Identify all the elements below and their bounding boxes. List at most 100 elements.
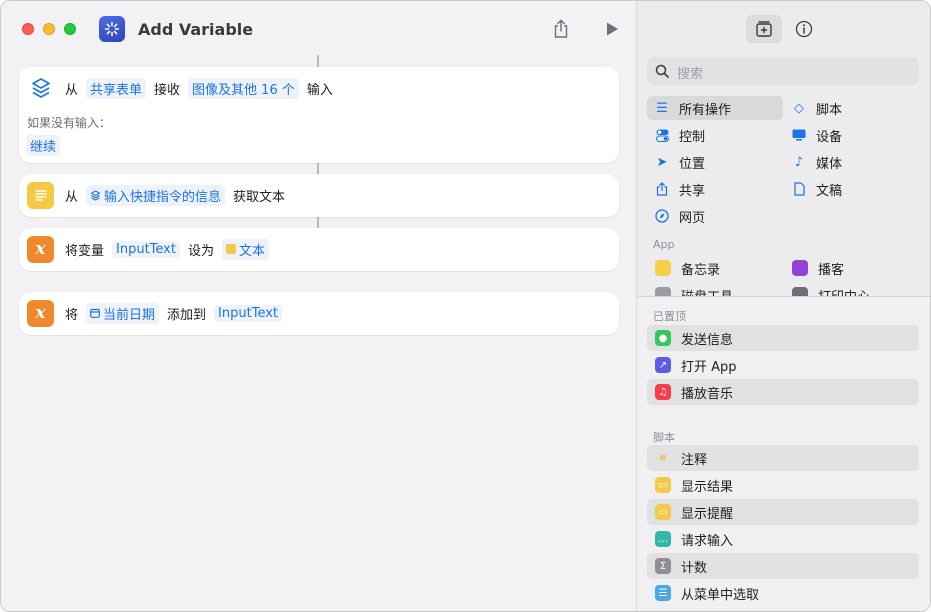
variable-icon: x: [27, 235, 54, 263]
category-documents[interactable]: 文稿: [790, 177, 920, 201]
action-choose-from-menu[interactable]: ☰ 从菜单中选取: [647, 580, 919, 606]
receive-input-action[interactable]: 从 共享表单 接收 图像及其他 16 个 输入 如果没有输入： 继续: [19, 67, 619, 163]
action-comment[interactable]: ≡ 注释: [647, 445, 919, 471]
search-placeholder: 搜索: [677, 67, 704, 82]
category-sharing[interactable]: 共享: [653, 177, 783, 201]
set-variable-label: 将变量: [65, 243, 105, 259]
from-label: 从: [65, 189, 79, 205]
monitor-icon: [790, 129, 808, 141]
comment-icon: ≡: [658, 452, 668, 464]
pinned-section-title: 已置顶: [653, 310, 686, 323]
podcasts-app-icon: [792, 260, 808, 276]
notes-app-icon: [655, 260, 671, 276]
scripting-section-title: 脚本: [653, 431, 675, 444]
action-library-button[interactable]: [746, 15, 782, 43]
music-note-icon: ♪: [794, 154, 804, 170]
action-list: 已置顶 ● 发送信息 ↗ 打开 App ♫ 播放音乐 脚本 ≡ 注释 ▭ 显示结果 ▭ 显示…: [637, 296, 930, 611]
types-token[interactable]: 图像及其他 16 个: [188, 77, 299, 99]
zoom-button[interactable]: [64, 23, 76, 35]
close-button[interactable]: [22, 23, 34, 35]
shortcuts-window: Add Variable 从 共享表单 接收 图像及其他 16 个 输入 如果没…: [0, 0, 931, 612]
category-location[interactable]: ➤ 位置: [653, 150, 783, 174]
title-bar: Add Variable: [1, 1, 636, 57]
set-variable-action[interactable]: x 将变量 InputText 设为 文本: [19, 228, 619, 271]
source-token[interactable]: 共享表单: [86, 77, 147, 99]
app-podcasts[interactable]: 播客: [792, 256, 922, 280]
variable-name-token[interactable]: InputText: [112, 240, 180, 258]
action-ask-for-input[interactable]: … 请求输入: [647, 526, 919, 552]
location-icon: ➤: [656, 154, 668, 170]
script-icon: ◇: [794, 100, 804, 116]
shortcut-title[interactable]: Add Variable: [138, 20, 253, 39]
show-alert-icon: ▭: [655, 504, 671, 520]
input-label: 输入: [306, 82, 333, 98]
count-icon: Σ: [655, 558, 671, 574]
music-icon: ♫: [655, 384, 671, 400]
apps-overflow: 磁盘工具 打印中心: [637, 280, 930, 296]
category-all-actions[interactable]: ☰ 所有操作: [647, 96, 783, 120]
action-open-app[interactable]: ↗ 打开 App: [647, 352, 919, 378]
search-icon: [655, 64, 669, 78]
no-input-behavior-token[interactable]: 继续: [26, 135, 61, 156]
flow-connector: [317, 163, 319, 174]
category-web[interactable]: 网页: [653, 204, 783, 228]
divider: [637, 296, 930, 297]
shortcut-details-button[interactable]: [786, 15, 822, 43]
text-action-icon: [226, 244, 236, 254]
flow-connector: [317, 217, 319, 228]
editor-pane: Add Variable 从 共享表单 接收 图像及其他 16 个 输入 如果没…: [1, 1, 636, 611]
get-text-action[interactable]: 从 输入快捷指令的信息 获取文本: [19, 174, 619, 217]
action-count[interactable]: Σ 计数: [647, 553, 919, 579]
action-show-result[interactable]: ▭ 显示结果: [647, 472, 919, 498]
open-app-icon: ↗: [655, 357, 671, 373]
category-media[interactable]: ♪ 媒体: [790, 150, 920, 174]
show-result-icon: ▭: [655, 477, 671, 493]
shortcut-input-icon: [90, 189, 101, 201]
shortcut-input-token[interactable]: 输入快捷指令的信息: [86, 184, 226, 206]
choose-menu-icon: ☰: [655, 585, 671, 601]
variable-name-token[interactable]: InputText: [214, 304, 283, 322]
current-date-token[interactable]: 当前日期: [86, 302, 160, 324]
play-icon: [607, 22, 618, 36]
share-icon: [554, 19, 568, 38]
list-icon: ☰: [656, 100, 668, 116]
flow-connector: [317, 55, 319, 67]
add-prefix-label: 将: [65, 307, 79, 323]
category-device[interactable]: 设备: [790, 123, 920, 147]
add-to-variable-action[interactable]: x 将 当前日期 添加到 InputText: [19, 292, 619, 335]
library-add-icon: [756, 21, 772, 37]
app-disk-utility[interactable]: 磁盘工具: [655, 283, 785, 296]
shortcut-input-icon: [27, 75, 54, 102]
print-center-app-icon: [792, 287, 808, 296]
get-text-label: 获取文本: [233, 189, 286, 205]
text-value-token-label: 文本: [239, 243, 266, 259]
calendar-icon: [90, 308, 100, 318]
document-icon: [790, 182, 808, 196]
no-input-label: 如果没有输入：: [27, 116, 112, 130]
add-to-label: 添加到: [167, 307, 207, 323]
action-library-sidebar: 搜索 ☰ 所有操作 ◇ 脚本 控制 设备 ➤ 位置 ♪ 媒体 共享 文稿 网页 …: [636, 1, 930, 611]
category-scripting[interactable]: ◇ 脚本: [790, 96, 920, 120]
from-label: 从: [65, 82, 79, 98]
text-action-icon: [27, 181, 54, 209]
current-date-token-label: 当前日期: [103, 307, 156, 323]
shortcut-input-token-label: 输入快捷指令的信息: [104, 189, 222, 205]
minimize-button[interactable]: [43, 23, 55, 35]
shortcut-icon[interactable]: [99, 16, 125, 42]
action-search-field[interactable]: 搜索: [647, 57, 919, 85]
action-send-message[interactable]: ● 发送信息: [647, 325, 919, 351]
variable-icon: x: [27, 299, 54, 327]
app-notes[interactable]: 备忘录: [655, 256, 785, 280]
share-button[interactable]: [550, 18, 572, 40]
compass-icon: [653, 209, 671, 223]
apps-section-title: App: [653, 238, 675, 251]
receive-label: 接收: [154, 82, 181, 98]
action-show-alert[interactable]: ▭ 显示提醒: [647, 499, 919, 525]
ask-input-icon: …: [655, 531, 671, 547]
action-play-music[interactable]: ♫ 播放音乐: [647, 379, 919, 405]
run-button[interactable]: [601, 18, 623, 40]
share-icon: [653, 182, 671, 196]
text-value-token[interactable]: 文本: [222, 238, 270, 260]
category-control[interactable]: 控制: [653, 123, 783, 147]
app-print-center[interactable]: 打印中心: [792, 283, 922, 296]
